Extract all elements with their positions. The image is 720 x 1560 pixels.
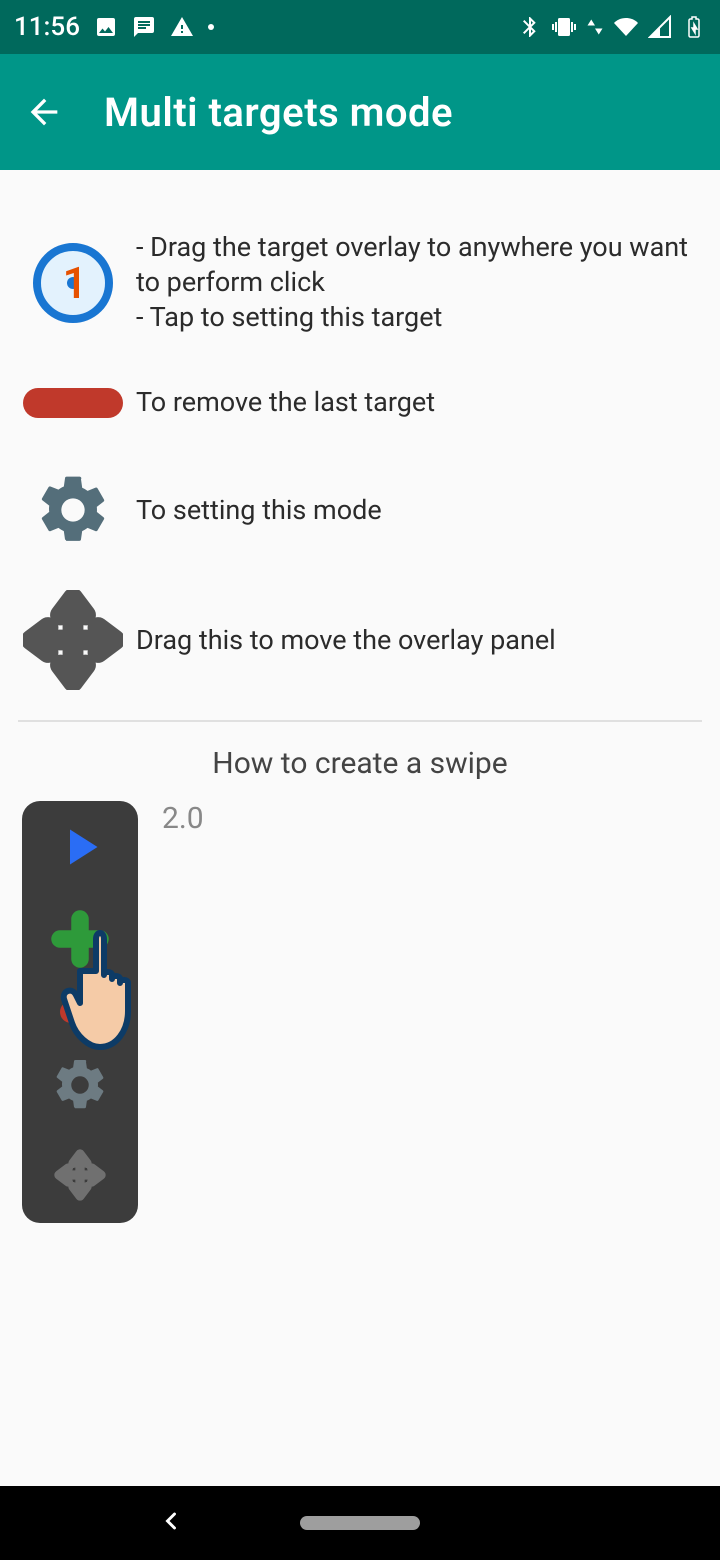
appbar: Multi targets mode xyxy=(0,54,720,170)
arrow-back-icon xyxy=(24,92,64,132)
instruction-target: 1 - Drag the target overlay to anywhere … xyxy=(18,230,702,335)
message-icon xyxy=(132,15,156,39)
gear-icon xyxy=(33,470,113,550)
warning-icon xyxy=(170,15,194,39)
hand-pointer-icon xyxy=(52,919,172,1063)
statusbar: 11:56 xyxy=(0,0,720,54)
vibrate-icon xyxy=(552,15,576,39)
nav-back-button[interactable] xyxy=(157,1507,185,1539)
settings-instruction-text: To setting this mode xyxy=(128,493,702,528)
target-number: 1 xyxy=(62,257,87,309)
panel-gear-icon[interactable] xyxy=(50,1055,110,1115)
swipe-demo: 2.0 xyxy=(18,801,702,1223)
chevron-left-icon xyxy=(157,1507,185,1535)
instruction-remove: To remove the last target xyxy=(18,385,702,420)
image-icon xyxy=(94,15,118,39)
target-instruction-text: - Drag the target overlay to anywhere yo… xyxy=(128,230,702,335)
remove-instruction-text: To remove the last target xyxy=(128,385,702,420)
instruction-move: Drag this to move the overlay panel xyxy=(18,590,702,690)
wifi-icon xyxy=(614,15,638,39)
move-icon xyxy=(23,590,123,690)
target-marker-icon: 1 xyxy=(33,243,113,323)
status-time: 11:56 xyxy=(14,12,80,42)
panel-move-icon[interactable] xyxy=(52,1147,108,1203)
play-icon[interactable] xyxy=(50,817,110,877)
nav-home-button[interactable] xyxy=(300,1516,420,1530)
signal-icon xyxy=(648,15,672,39)
bluetooth-icon xyxy=(518,15,542,39)
move-instruction-text: Drag this to move the overlay panel xyxy=(128,623,702,658)
instruction-settings: To setting this mode xyxy=(18,470,702,550)
version-text: 2.0 xyxy=(162,801,204,836)
navbar xyxy=(0,1486,720,1560)
divider xyxy=(18,720,702,722)
data-icon xyxy=(586,15,604,39)
back-button[interactable] xyxy=(20,88,68,136)
remove-pill-icon xyxy=(23,388,123,418)
battery-icon xyxy=(682,15,706,39)
dot-icon xyxy=(208,24,214,30)
content: 1 - Drag the target overlay to anywhere … xyxy=(0,170,720,1223)
swipe-section-title: How to create a swipe xyxy=(18,746,702,781)
page-title: Multi targets mode xyxy=(104,89,453,136)
